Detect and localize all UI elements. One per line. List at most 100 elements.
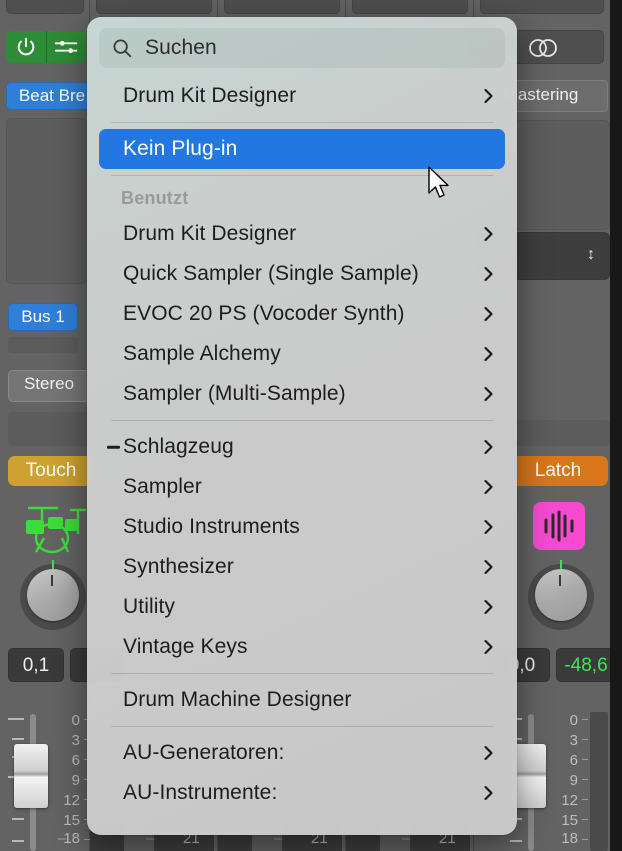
- menu-separator: [111, 420, 493, 421]
- menu-item-label: AU-Instrumente:: [123, 781, 277, 805]
- menu-item-au-instrumente[interactable]: AU-Instrumente:: [99, 773, 505, 813]
- insert-slot-2[interactable]: [96, 0, 212, 14]
- pan-knob-right[interactable]: [528, 564, 594, 630]
- menu-item-schlagzeug[interactable]: Schlagzeug: [99, 427, 505, 467]
- chevron-right-icon: [482, 518, 495, 536]
- chevron-right-icon: [482, 305, 495, 323]
- plugin-selection-menu[interactable]: Suchen Drum Kit Designer Kein Plug-in Be…: [87, 17, 517, 835]
- search-field[interactable]: Suchen: [99, 28, 505, 68]
- drum-kit-icon[interactable]: [12, 500, 90, 556]
- menu-item-label: Drum Kit Designer: [123, 222, 296, 246]
- volume-value-right[interactable]: -48,6: [556, 648, 610, 682]
- insert-slot-4[interactable]: [352, 0, 468, 14]
- output-format-left[interactable]: Stereo: [8, 370, 90, 402]
- menu-section-label: Benutzt: [121, 188, 188, 209]
- eq-button[interactable]: [47, 31, 87, 63]
- menu-separator: [111, 673, 493, 674]
- menu-item-evoc-20-ps[interactable]: EVOC 20 PS (Vocoder Synth): [99, 294, 505, 334]
- meter-tick: [582, 839, 588, 840]
- automation-mode-right[interactable]: Latch: [508, 456, 608, 486]
- menu-item-vintage-keys[interactable]: Vintage Keys: [99, 627, 505, 667]
- menu-item-sampler[interactable]: Sampler: [99, 467, 505, 507]
- menu-item-sampler-multi-sample[interactable]: Sampler (Multi-Sample): [99, 374, 505, 414]
- chevron-right-icon: [482, 478, 495, 496]
- chevron-right-icon: [482, 438, 495, 456]
- meter-scale-label: 12: [550, 793, 578, 808]
- chevron-right-icon: [482, 558, 495, 576]
- meter-scale-label: 15: [52, 813, 80, 828]
- menu-item-label: AU-Generatoren:: [123, 741, 284, 765]
- volume-fader-handle-right[interactable]: [512, 744, 546, 808]
- search-input[interactable]: Suchen: [145, 36, 217, 60]
- meter-scale-label: 9: [58, 773, 80, 788]
- arrow-pointer-icon: [427, 166, 453, 202]
- eq-sliders-icon: [53, 37, 79, 57]
- insert-slot-3[interactable]: [224, 0, 340, 14]
- chevron-right-icon: [482, 87, 495, 105]
- meter-tick: [582, 759, 588, 760]
- menu-item-label: Utility: [123, 595, 175, 619]
- screen: Beat Bre Mastering ↕ Bus 1 Stereo Touch …: [0, 0, 622, 851]
- menu-item-kein-plug-in[interactable]: Kein Plug-in: [99, 129, 505, 169]
- fader-notch: [12, 738, 24, 740]
- meter-scale-label: 18: [550, 831, 578, 846]
- meter-scale-label: 9: [556, 773, 578, 788]
- fader-notch: [12, 818, 24, 820]
- power-button[interactable]: [6, 31, 47, 63]
- send-destination-left[interactable]: Beat Bre: [6, 82, 98, 110]
- meter-scale-label: 0: [58, 713, 80, 728]
- meter-tick: [582, 739, 588, 740]
- chevron-right-icon: [482, 345, 495, 363]
- menu-item-drum-kit-designer-recent[interactable]: Drum Kit Designer: [99, 214, 505, 254]
- send-slot-empty-left: [8, 337, 78, 353]
- insert-area-left[interactable]: [6, 118, 88, 284]
- meter-scale-label: 3: [556, 733, 578, 748]
- insert-slot-right[interactable]: [480, 0, 604, 14]
- menu-item-label: Synthesizer: [123, 555, 234, 579]
- bus-label-left[interactable]: Bus 1: [8, 303, 78, 331]
- chevron-right-icon: [482, 225, 495, 243]
- bottom-strip-dash: –: [58, 830, 66, 847]
- chevron-right-icon: [482, 638, 495, 656]
- menu-item-synthesizer[interactable]: Synthesizer: [99, 547, 505, 587]
- menu-item-drum-machine-designer[interactable]: Drum Machine Designer: [99, 680, 505, 720]
- menu-item-sample-alchemy[interactable]: Sample Alchemy: [99, 334, 505, 374]
- menu-item-label: Sampler (Multi-Sample): [123, 382, 346, 406]
- menu-item-label: Vintage Keys: [123, 635, 248, 659]
- menu-item-label: Drum Machine Designer: [123, 688, 352, 712]
- insert-slot-left[interactable]: [6, 0, 84, 14]
- chevron-right-icon: [482, 784, 495, 802]
- power-icon: [15, 36, 37, 58]
- waveform-icon[interactable]: [533, 502, 585, 550]
- chevron-right-icon: [482, 744, 495, 762]
- chevron-right-icon: [482, 598, 495, 616]
- automation-mode-left[interactable]: Touch: [8, 456, 94, 486]
- pan-knob-tick-left: [51, 575, 53, 586]
- menu-item-label: Studio Instruments: [123, 515, 300, 539]
- pan-value-left[interactable]: 0,1: [8, 648, 64, 682]
- meter-tick: [582, 779, 588, 780]
- link-circles-icon: [526, 38, 560, 58]
- pan-knob-left[interactable]: [20, 564, 86, 630]
- meter-tick: [582, 799, 588, 800]
- fader-notch: [12, 840, 24, 842]
- chevron-right-icon: [482, 265, 495, 283]
- menu-item-label: Kein Plug-in: [123, 137, 237, 161]
- meter-tick: [582, 719, 588, 720]
- channel-enable-group[interactable]: [6, 31, 86, 63]
- pan-knob-tick-right: [559, 575, 561, 586]
- stepper-updown-icon[interactable]: ↕: [587, 247, 595, 263]
- menu-item-studio-instruments[interactable]: Studio Instruments: [99, 507, 505, 547]
- menu-separator: [111, 122, 493, 123]
- menu-item-utility[interactable]: Utility: [99, 587, 505, 627]
- collapse-dash-icon[interactable]: [107, 446, 120, 449]
- menu-item-label: Sampler: [123, 475, 202, 499]
- meter-scale-label: 12: [52, 793, 80, 808]
- window-edge: [610, 0, 622, 851]
- volume-fader-handle-left[interactable]: [14, 744, 48, 808]
- menu-item-drum-kit-designer-top[interactable]: Drum Kit Designer: [99, 76, 505, 116]
- menu-item-au-generatoren[interactable]: AU-Generatoren:: [99, 733, 505, 773]
- menu-separator: [111, 726, 493, 727]
- menu-item-quick-sampler[interactable]: Quick Sampler (Single Sample): [99, 254, 505, 294]
- fader-notch: [8, 718, 24, 720]
